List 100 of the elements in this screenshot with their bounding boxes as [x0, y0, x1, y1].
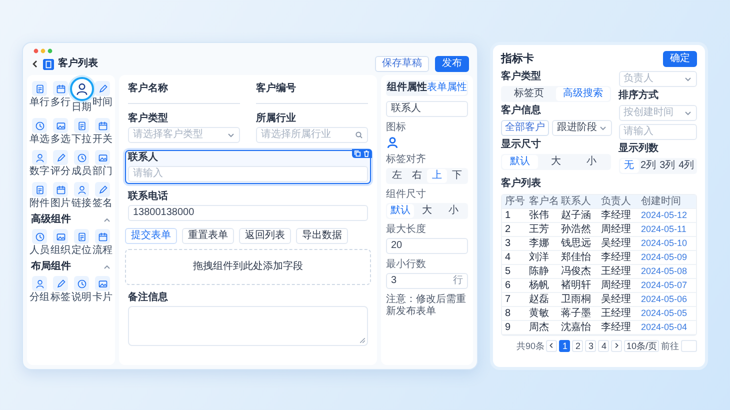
- action-button[interactable]: 导出数据: [296, 228, 348, 244]
- section-label: 显示列数: [618, 143, 659, 155]
- palette-item[interactable]: 链接: [71, 182, 92, 210]
- segment-option[interactable]: 标签页: [502, 87, 556, 101]
- segment-option[interactable]: 高级搜索: [556, 87, 610, 101]
- document-icon: [76, 120, 86, 130]
- copy-icon[interactable]: [354, 150, 361, 157]
- palette-item[interactable]: 时间: [92, 81, 113, 114]
- palette-item[interactable]: 组织: [50, 229, 71, 257]
- palette-item[interactable]: 图片: [50, 182, 71, 210]
- calendar-icon: [98, 232, 108, 242]
- image-icon: [98, 278, 108, 288]
- segment-option[interactable]: 大: [538, 155, 574, 169]
- table-cell: 王芳: [526, 223, 558, 237]
- palette-item[interactable]: 定位: [71, 229, 92, 257]
- palette-item[interactable]: 签名: [92, 182, 113, 210]
- table-cell: 2024-05-12: [638, 209, 696, 223]
- image-icon: [98, 152, 108, 162]
- segment-option[interactable]: 上: [427, 169, 447, 183]
- textarea-field[interactable]: [128, 306, 368, 346]
- select-field[interactable]: 跟进阶段: [552, 120, 612, 136]
- table-cell: 5: [502, 265, 526, 279]
- table-cell: 李经理: [598, 321, 638, 335]
- table-cell: 褚明轩: [558, 279, 598, 293]
- segment-option[interactable]: 下: [447, 169, 467, 183]
- palette-item[interactable]: 说明: [71, 276, 92, 304]
- action-button[interactable]: 提交表单: [125, 228, 177, 244]
- filter-button[interactable]: 全部客户: [501, 120, 549, 136]
- segment-option[interactable]: 小: [440, 204, 468, 218]
- table-cell: 7: [502, 293, 526, 307]
- segment-option[interactable]: 无: [620, 159, 639, 173]
- table-cell: 吴经理: [598, 237, 638, 251]
- property-label: 组件尺寸: [386, 189, 427, 201]
- back-icon[interactable]: [31, 60, 39, 68]
- palette-item[interactable]: 卡片: [92, 276, 113, 304]
- segment-option[interactable]: 小: [574, 155, 610, 169]
- palette-item[interactable]: 数字: [29, 150, 50, 178]
- resize-grip-icon[interactable]: [360, 338, 365, 343]
- table-cell: 陈静: [526, 265, 558, 279]
- previous-page-button[interactable]: [546, 340, 558, 352]
- table-cell: 孙浩然: [558, 223, 598, 237]
- palette-item[interactable]: 单选: [29, 118, 50, 146]
- input-field[interactable]: 20: [386, 238, 468, 254]
- field-label: 客户编号: [256, 83, 296, 95]
- segment-option[interactable]: 4列: [676, 159, 696, 173]
- page-button[interactable]: 2: [572, 340, 584, 352]
- palette-item[interactable]: 下拉: [71, 118, 92, 146]
- table-cell: 李娜: [526, 237, 558, 251]
- page-size-select[interactable]: 10条/页: [624, 340, 659, 352]
- palette-item[interactable]: 部门: [92, 150, 113, 178]
- palette-item[interactable]: 开关: [92, 118, 113, 146]
- confirm-button[interactable]: 确定: [663, 51, 697, 67]
- page-input[interactable]: [681, 340, 697, 352]
- palette-item[interactable]: 标签: [50, 276, 71, 304]
- user-icon[interactable]: [386, 136, 399, 149]
- segment-option[interactable]: 3列: [658, 159, 677, 173]
- drop-zone[interactable]: 拖拽组件到此处添加字段: [125, 249, 371, 285]
- field-label: 联系电话: [128, 191, 168, 203]
- palette-item[interactable]: 人员: [29, 229, 50, 257]
- property-label: 图标: [386, 122, 407, 134]
- segment-option[interactable]: 大: [414, 204, 440, 218]
- palette-item[interactable]: 流程: [92, 229, 113, 257]
- segment-option[interactable]: 2列: [638, 159, 658, 173]
- clock-icon: [76, 278, 86, 288]
- palette-item[interactable]: 多选: [50, 118, 71, 146]
- action-button[interactable]: 重置表单: [182, 228, 234, 244]
- next-page-button[interactable]: [611, 340, 622, 352]
- segment-option[interactable]: 默认: [387, 204, 414, 218]
- table-cell: 周经理: [598, 279, 638, 293]
- panel-tab[interactable]: 表单属性: [427, 81, 467, 95]
- chevron-down-icon: [684, 109, 692, 117]
- number-stepper[interactable]: 3 行: [386, 273, 468, 289]
- segment-option[interactable]: 右: [407, 169, 427, 183]
- pencil-icon: [98, 184, 108, 194]
- palette-item[interactable]: 成员: [71, 150, 92, 178]
- palette-item[interactable]: 单行: [29, 81, 50, 114]
- clock-icon: [34, 120, 44, 130]
- page-button[interactable]: 3: [585, 340, 596, 352]
- document-icon: [34, 84, 44, 94]
- page-button[interactable]: 4: [598, 340, 610, 352]
- palette-item[interactable]: 评分: [50, 150, 71, 178]
- table-cell: 1: [502, 209, 526, 223]
- panel-tab[interactable]: 组件属性: [387, 81, 427, 95]
- table-cell: 2: [502, 223, 526, 237]
- input-field[interactable]: 联系人: [386, 101, 468, 117]
- section-label: 排序方式: [618, 90, 659, 102]
- table-cell: 2024-05-09: [638, 251, 696, 265]
- publish-button[interactable]: 发布: [435, 56, 469, 72]
- draft-button[interactable]: 保存草稿: [375, 56, 429, 72]
- palette-item[interactable]: 附件: [29, 182, 50, 210]
- table-cell: 卫雨桐: [558, 293, 598, 307]
- action-button[interactable]: 返回列表: [239, 228, 291, 244]
- segment-option[interactable]: 左: [387, 169, 407, 183]
- page-button[interactable]: 1: [559, 340, 570, 352]
- input-field[interactable]: 13800138000: [128, 205, 368, 221]
- image-icon: [56, 120, 66, 130]
- segment-option[interactable]: 默认: [502, 155, 538, 169]
- table-cell: 赵子涵: [558, 209, 598, 223]
- palette-item[interactable]: 分组: [29, 276, 50, 304]
- delete-icon[interactable]: [363, 150, 370, 157]
